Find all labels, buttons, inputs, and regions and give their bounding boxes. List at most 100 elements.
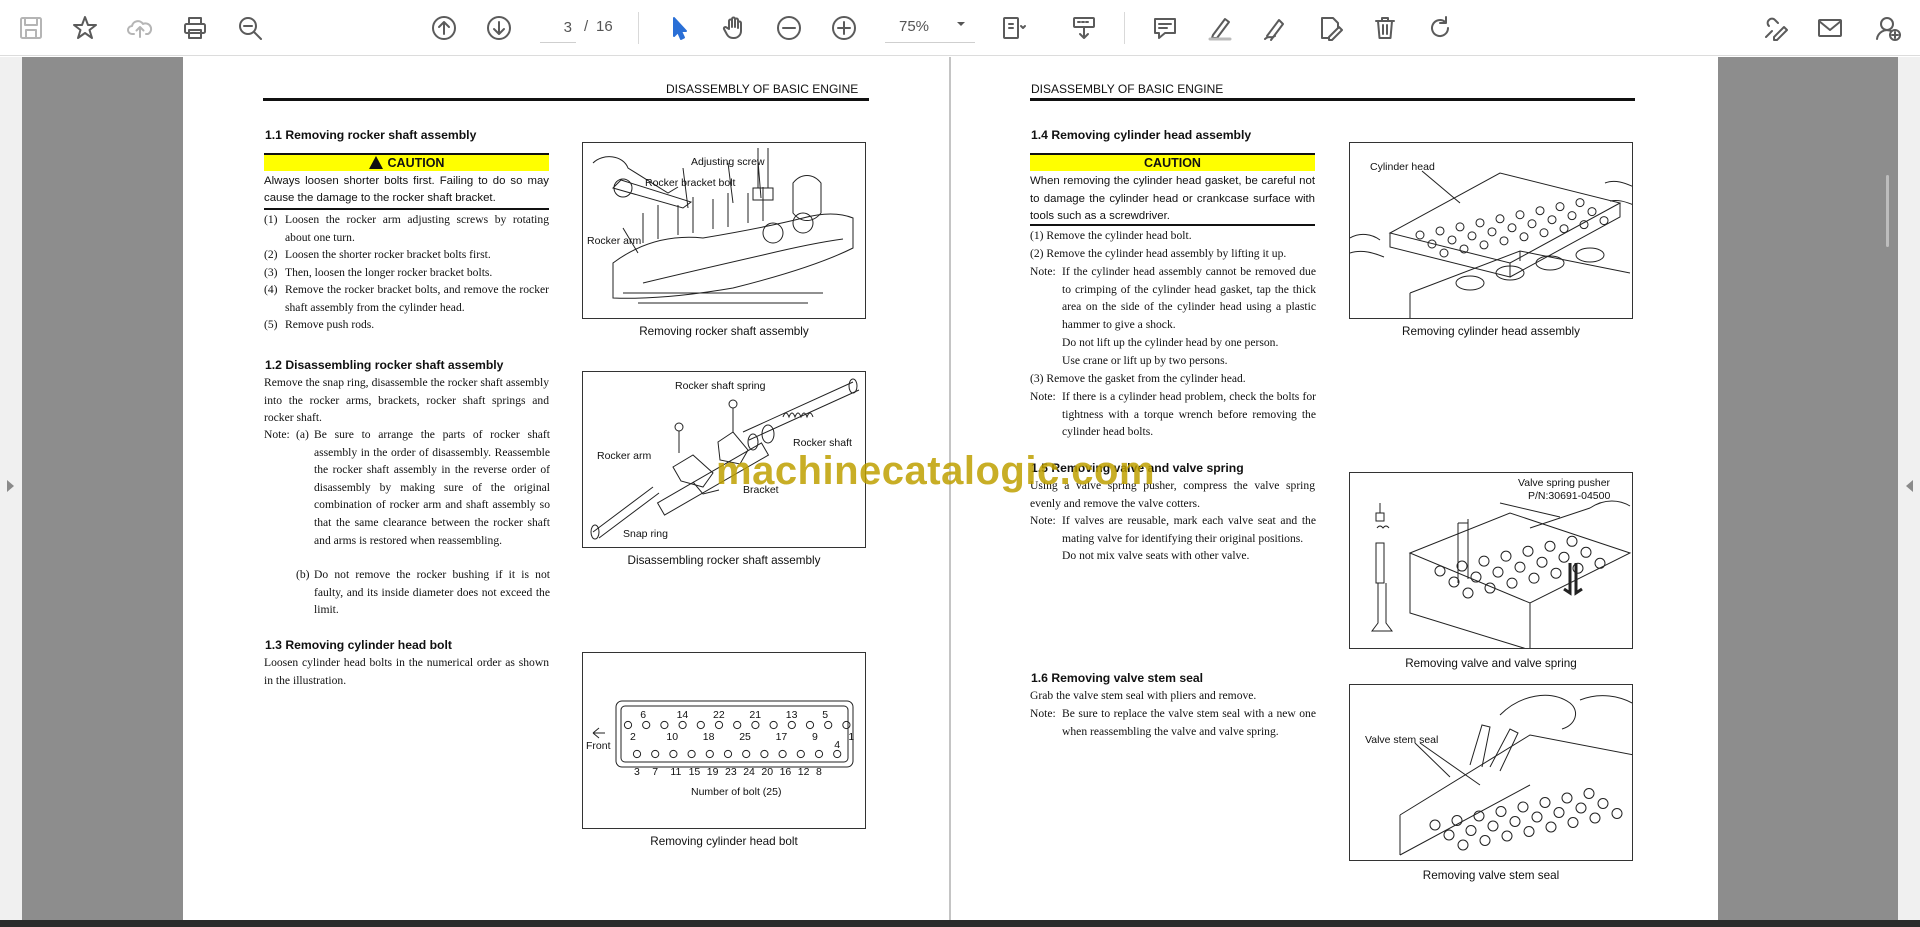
section-title-1-4: 1.4 Removing cylinder head assembly (1031, 128, 1252, 142)
illustration-detail (1501, 830, 1513, 842)
figure-caption: Removing cylinder head bolt (650, 835, 798, 848)
previous-page-icon[interactable] (427, 11, 461, 45)
delete-trash-icon[interactable] (1368, 11, 1402, 45)
right-panel-toggle[interactable] (1898, 57, 1920, 920)
redo-rotate-icon[interactable] (1423, 11, 1457, 45)
bolt-hole (760, 749, 769, 759)
bolt-hole (778, 749, 787, 759)
bolt-number: 11 (670, 766, 681, 778)
expand-right-icon[interactable] (1906, 480, 1913, 492)
step-number: (5) (264, 318, 278, 331)
bolt-number: 5 (822, 709, 828, 721)
figure-label: Cylinder head (1370, 161, 1435, 173)
download-tray-icon[interactable] (1067, 11, 1101, 45)
step-text: Remove the rocker bracket bolts, and rem… (285, 283, 549, 314)
save-icon[interactable] (14, 11, 48, 45)
illustration-detail (1479, 240, 1489, 250)
illustration-detail (1575, 802, 1587, 814)
bolt-hole (705, 749, 714, 759)
caution-rule (264, 208, 549, 210)
next-page-icon[interactable] (482, 11, 516, 45)
illustration-detail (1487, 227, 1497, 237)
running-head: DISASSEMBLY OF BASIC ENGINE (1031, 82, 1224, 96)
page-fit-icon[interactable] (997, 11, 1031, 45)
zoom-search-icon[interactable] (233, 11, 267, 45)
edit-link-icon[interactable] (1758, 11, 1792, 45)
page-number-input[interactable] (540, 13, 576, 43)
illustration-detail (1539, 228, 1549, 238)
bolt-number: 6 (640, 709, 646, 721)
bolt-hole (687, 749, 696, 759)
bolt-number: 4 (834, 739, 840, 751)
expand-left-icon[interactable] (7, 480, 14, 492)
draw-pen-icon[interactable] (1258, 11, 1292, 45)
page-total: 16 (596, 18, 613, 35)
bolt-hole (842, 720, 851, 730)
bottom-bar (0, 920, 1920, 927)
illustration-detail (1539, 797, 1551, 808)
illustration-detail (1580, 546, 1592, 558)
figure-rocker-shaft-removal: Adjusting screw Rocker bracket bolt Rock… (582, 142, 866, 319)
edit-document-icon[interactable] (1313, 11, 1347, 45)
caution-label: CAUTION (1144, 156, 1201, 170)
illustration-detail (1587, 207, 1597, 217)
hand-pan-icon[interactable] (717, 11, 751, 45)
illustration-detail (1527, 219, 1537, 229)
bolt-hole (632, 749, 642, 759)
illustration-detail (1487, 820, 1499, 832)
illustration-detail (1559, 224, 1569, 234)
bolt-hole (678, 720, 687, 730)
highlight-pen-icon[interactable] (1203, 11, 1237, 45)
figure-cylinder-head-removal: Cylinder head (1349, 142, 1633, 319)
illustration-detail (1465, 825, 1477, 836)
figure-label: Rocker bracket bolt (645, 177, 736, 189)
left-panel-toggle[interactable] (0, 57, 22, 920)
note-a-text: Be sure to arrange the parts of rocker s… (314, 428, 550, 547)
step-number: (1) (264, 213, 278, 226)
bolt-hole (660, 720, 669, 730)
cloud-upload-icon[interactable] (123, 11, 157, 45)
illustration-detail (1522, 545, 1534, 557)
illustration-detail (1429, 819, 1441, 831)
figure-label: Valve stem seal (1365, 734, 1438, 746)
comment-icon[interactable] (1148, 11, 1182, 45)
illustration-detail (1589, 812, 1601, 824)
running-head: DISASSEMBLY OF BASIC ENGINE (666, 82, 859, 96)
illustration-detail (1555, 202, 1565, 212)
note-text: If there is a cylinder head problem, che… (1062, 390, 1316, 439)
bookmark-star-icon[interactable] (68, 11, 102, 45)
figure-caption: Disassembling rocker shaft assembly (627, 554, 821, 567)
chevron-down-icon[interactable] (955, 18, 967, 30)
email-icon[interactable] (1813, 11, 1847, 45)
print-icon[interactable] (178, 11, 212, 45)
caution-text: When removing the cylinder head gasket, … (1030, 175, 1315, 222)
zoom-level-value: 75% (899, 18, 930, 35)
note-a-label: (a) (296, 428, 309, 441)
zoom-in-icon[interactable] (827, 11, 861, 45)
illustration-detail (1544, 540, 1556, 552)
illustration-detail (1550, 567, 1562, 579)
caution-text: Always loosen shorter bolts first. Faili… (264, 175, 549, 204)
bolt-number: 7 (652, 766, 658, 778)
header-rule (263, 98, 869, 101)
illustration-detail (1523, 826, 1535, 837)
figure-caption: Removing valve stem seal (1422, 869, 1560, 882)
add-user-icon[interactable] (1871, 11, 1905, 45)
vertical-scrollbar[interactable] (1886, 175, 1889, 247)
caution-banner: CAUTION (1030, 153, 1315, 171)
select-cursor-icon[interactable] (662, 11, 696, 45)
figure-valve-stem-seal-removal: Valve stem seal (1349, 684, 1633, 861)
note-label: Note: (1030, 514, 1056, 527)
figure-caption: Removing cylinder head assembly (1402, 325, 1580, 338)
zoom-out-icon[interactable] (772, 11, 806, 45)
note-text: Do not mix valve seats with other valve. (1062, 549, 1250, 562)
illustration-detail (1567, 817, 1579, 828)
bolt-hole (769, 720, 778, 730)
viewer-toolbar: / 16 75% (0, 0, 1920, 56)
bolt-hole (651, 749, 660, 759)
caution-banner: CAUTION (264, 153, 549, 171)
illustration-detail (1478, 555, 1490, 567)
illustration-detail (1507, 223, 1517, 233)
step-text: Loosen the shorter rocker bracket bolts … (285, 248, 491, 261)
bolt-number: 3 (634, 766, 640, 778)
